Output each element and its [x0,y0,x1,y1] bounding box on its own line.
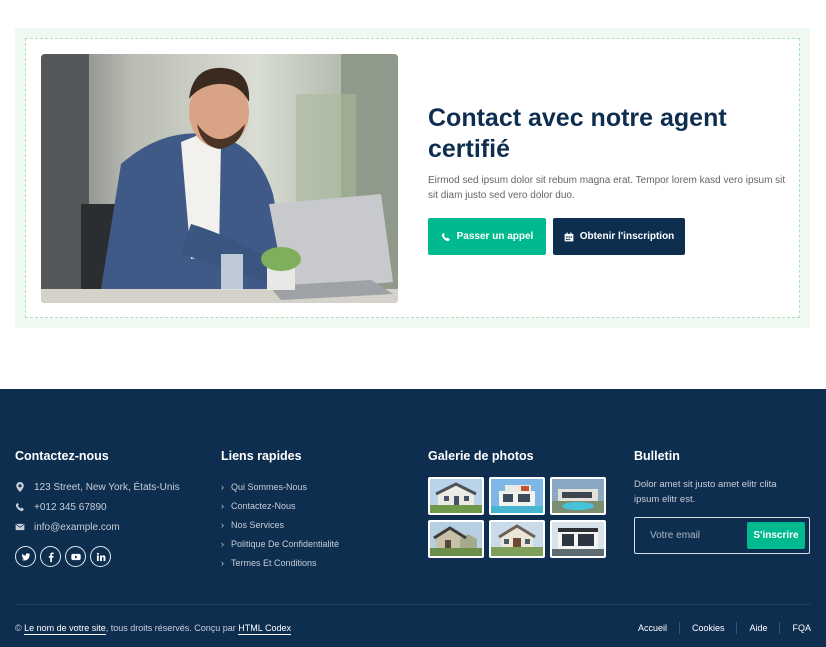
chevron-right-icon: › [221,538,224,549]
cta-description: Eirmod sed ipsum dolor sit rebum magna e… [428,175,786,201]
footer-menu-faq[interactable]: FQA [780,622,811,634]
cta-title: Contact avec notre agent certifié [428,104,727,163]
agent-photo [41,54,398,303]
footer-newsletter-column: Bulletin Dolor amet sit justo amet elitr… [634,449,810,554]
footer-menu: Accueil Cookies Aide FQA [626,622,811,634]
contact-heading: Contactez-nous [15,449,109,463]
make-call-label: Passer un appel [456,231,534,242]
newsletter-text: Dolor amet sit justo amet elitr clita ip… [634,479,777,505]
address-item: 123 Street, New York, États-Unis [15,477,205,497]
gallery-thumb[interactable] [489,477,545,515]
cta-section: Contact avec notre agent certifié Eirmod… [15,28,810,328]
designer-link[interactable]: HTML Codex [238,623,291,635]
social-links [15,546,205,567]
footer-link-label: Nos Services [231,519,285,530]
footer-contact-column: Contactez-nous 123 Street, New York, Éta… [15,449,205,567]
site-name-link[interactable]: Le nom de votre site [24,623,106,635]
subscribe-button[interactable]: S'inscrire [747,522,805,549]
footer-link-terms[interactable]: › Termes Et Conditions [221,553,411,572]
get-appointment-button[interactable]: Obtenir l'inscription [553,218,685,255]
footer-gallery-column: Galerie de photos [428,449,618,558]
calendar-icon [564,232,574,241]
footer-link-label: Contactez-Nous [231,500,296,511]
copyright: © Le nom de votre site, tous droits rése… [15,623,291,635]
youtube-icon[interactable] [65,546,86,567]
get-appointment-label: Obtenir l'inscription [579,231,675,242]
chevron-right-icon: › [221,557,224,568]
photo-gallery [428,477,618,558]
footer-link-privacy[interactable]: › Politique De Confidentialité [221,534,411,553]
copyright-symbol: © [15,623,22,633]
footer: Contactez-nous 123 Street, New York, Éta… [0,389,826,647]
newsletter-form: S'inscrire [634,517,810,554]
facebook-icon[interactable] [40,546,61,567]
map-marker-icon [16,482,24,492]
footer-link-label: Termes Et Conditions [231,557,317,568]
chevron-right-icon: › [221,519,224,530]
footer-link-label: Qui Sommes-Nous [231,481,308,492]
newsletter-email-input[interactable] [635,518,745,553]
footer-links-column: Liens rapides › Qui Sommes-Nous › Contacte… [221,449,411,572]
gallery-thumb[interactable] [550,477,606,515]
cta-card: Contact avec notre agent certifié Eirmod… [25,38,800,318]
footer-link-contact[interactable]: › Contactez-Nous [221,496,411,515]
gallery-heading: Galerie de photos [428,449,534,463]
email-text: info@example.com [34,521,120,533]
footer-menu-cookies[interactable]: Cookies [680,622,738,634]
phone-item: +012 345 67890 [15,497,205,517]
copyright-rights: , tous droits réservés. Conçu par [105,623,236,633]
phone-icon [441,232,450,241]
twitter-icon[interactable] [15,546,36,567]
gallery-thumb[interactable] [550,520,606,558]
footer-divider [15,604,811,605]
make-call-button[interactable]: Passer un appel [428,218,546,255]
phone-icon [15,502,24,512]
footer-link-about[interactable]: › Qui Sommes-Nous [221,477,411,496]
quick-links-heading: Liens rapides [221,449,302,463]
address-text: 123 Street, New York, États-Unis [34,481,180,493]
chevron-right-icon: › [221,500,224,511]
gallery-thumb[interactable] [428,520,484,558]
footer-link-services[interactable]: › Nos Services [221,515,411,534]
linkedin-icon[interactable] [90,546,111,567]
footer-menu-home[interactable]: Accueil [626,622,680,634]
gallery-thumb[interactable] [428,477,484,515]
email-item: info@example.com [15,517,205,537]
newsletter-heading: Bulletin [634,449,680,463]
gallery-thumb[interactable] [489,520,545,558]
phone-text: +012 345 67890 [34,501,107,513]
footer-link-label: Politique De Confidentialité [231,538,340,549]
footer-menu-help[interactable]: Aide [737,622,781,634]
chevron-right-icon: › [221,481,224,492]
envelope-icon [15,523,25,531]
